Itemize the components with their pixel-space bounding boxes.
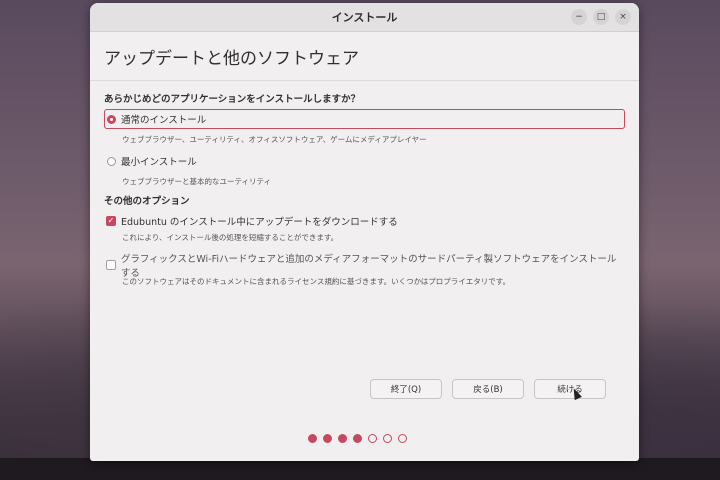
- progress-dot: [338, 434, 347, 443]
- maximize-icon[interactable]: □: [593, 9, 609, 25]
- progress-dot: [308, 434, 317, 443]
- minimal-install-description: ウェブブラウザーと基本的なユーティリティ: [122, 177, 272, 186]
- progress-dot: [323, 434, 332, 443]
- download-updates-label: Edubuntu のインストール中にアップデートをダウンロードする: [121, 217, 398, 228]
- progress-dot: [368, 434, 377, 443]
- normal-install-radio[interactable]: [107, 114, 116, 124]
- page-title: アップデートと他のソフトウェア: [104, 48, 359, 69]
- back-button[interactable]: 戻る(B): [452, 379, 524, 399]
- content-area: あらかじめどのアプリケーションをインストールしますか？ 通常のインストール ウェ…: [90, 81, 639, 287]
- progress-dots: [308, 434, 407, 443]
- download-updates-checkbox[interactable]: ✓: [106, 216, 116, 226]
- minimal-install-option[interactable]: 最小インストール: [104, 151, 625, 171]
- minimal-install-radio[interactable]: [107, 156, 116, 166]
- monitor-bezel: [0, 458, 720, 480]
- progress-dot: [353, 434, 362, 443]
- window-controls: − □ ×: [571, 9, 631, 25]
- minimal-install-label: 最小インストール: [121, 157, 197, 168]
- install-type-question: あらかじめどのアプリケーションをインストールしますか？: [104, 94, 361, 105]
- third-party-option[interactable]: グラフィックスとWi-Fiハードウェアと追加のメディアフォーマットのサードパーテ…: [104, 254, 625, 279]
- download-updates-option[interactable]: ✓ Edubuntu のインストール中にアップデートをダウンロードする: [104, 213, 625, 229]
- progress-dot: [383, 434, 392, 443]
- third-party-checkbox[interactable]: [106, 260, 116, 270]
- download-updates-description: これにより、インストール後の処理を短縮することができます。: [122, 233, 339, 242]
- installer-window: インストール − □ × アップデートと他のソフトウェア あらかじめどのアプリケ…: [90, 3, 639, 461]
- normal-install-description: ウェブブラウザー、ユーティリティ、オフィスソフトウェア、ゲームにメディアプレイヤ…: [122, 135, 427, 144]
- progress-dot: [398, 434, 407, 443]
- quit-button[interactable]: 終了(Q): [370, 379, 442, 399]
- close-icon[interactable]: ×: [615, 9, 631, 25]
- window-title: インストール: [331, 11, 398, 24]
- normal-install-label: 通常のインストール: [121, 115, 207, 126]
- title-bar[interactable]: インストール − □ ×: [90, 3, 639, 32]
- minimize-icon[interactable]: −: [571, 9, 587, 25]
- normal-install-option[interactable]: 通常のインストール: [104, 109, 625, 129]
- third-party-label: グラフィックスとWi-Fiハードウェアと追加のメディアフォーマットのサードパーテ…: [120, 254, 617, 279]
- other-options-heading: その他のオプション: [104, 196, 190, 207]
- page-header: アップデートと他のソフトウェア: [90, 32, 639, 81]
